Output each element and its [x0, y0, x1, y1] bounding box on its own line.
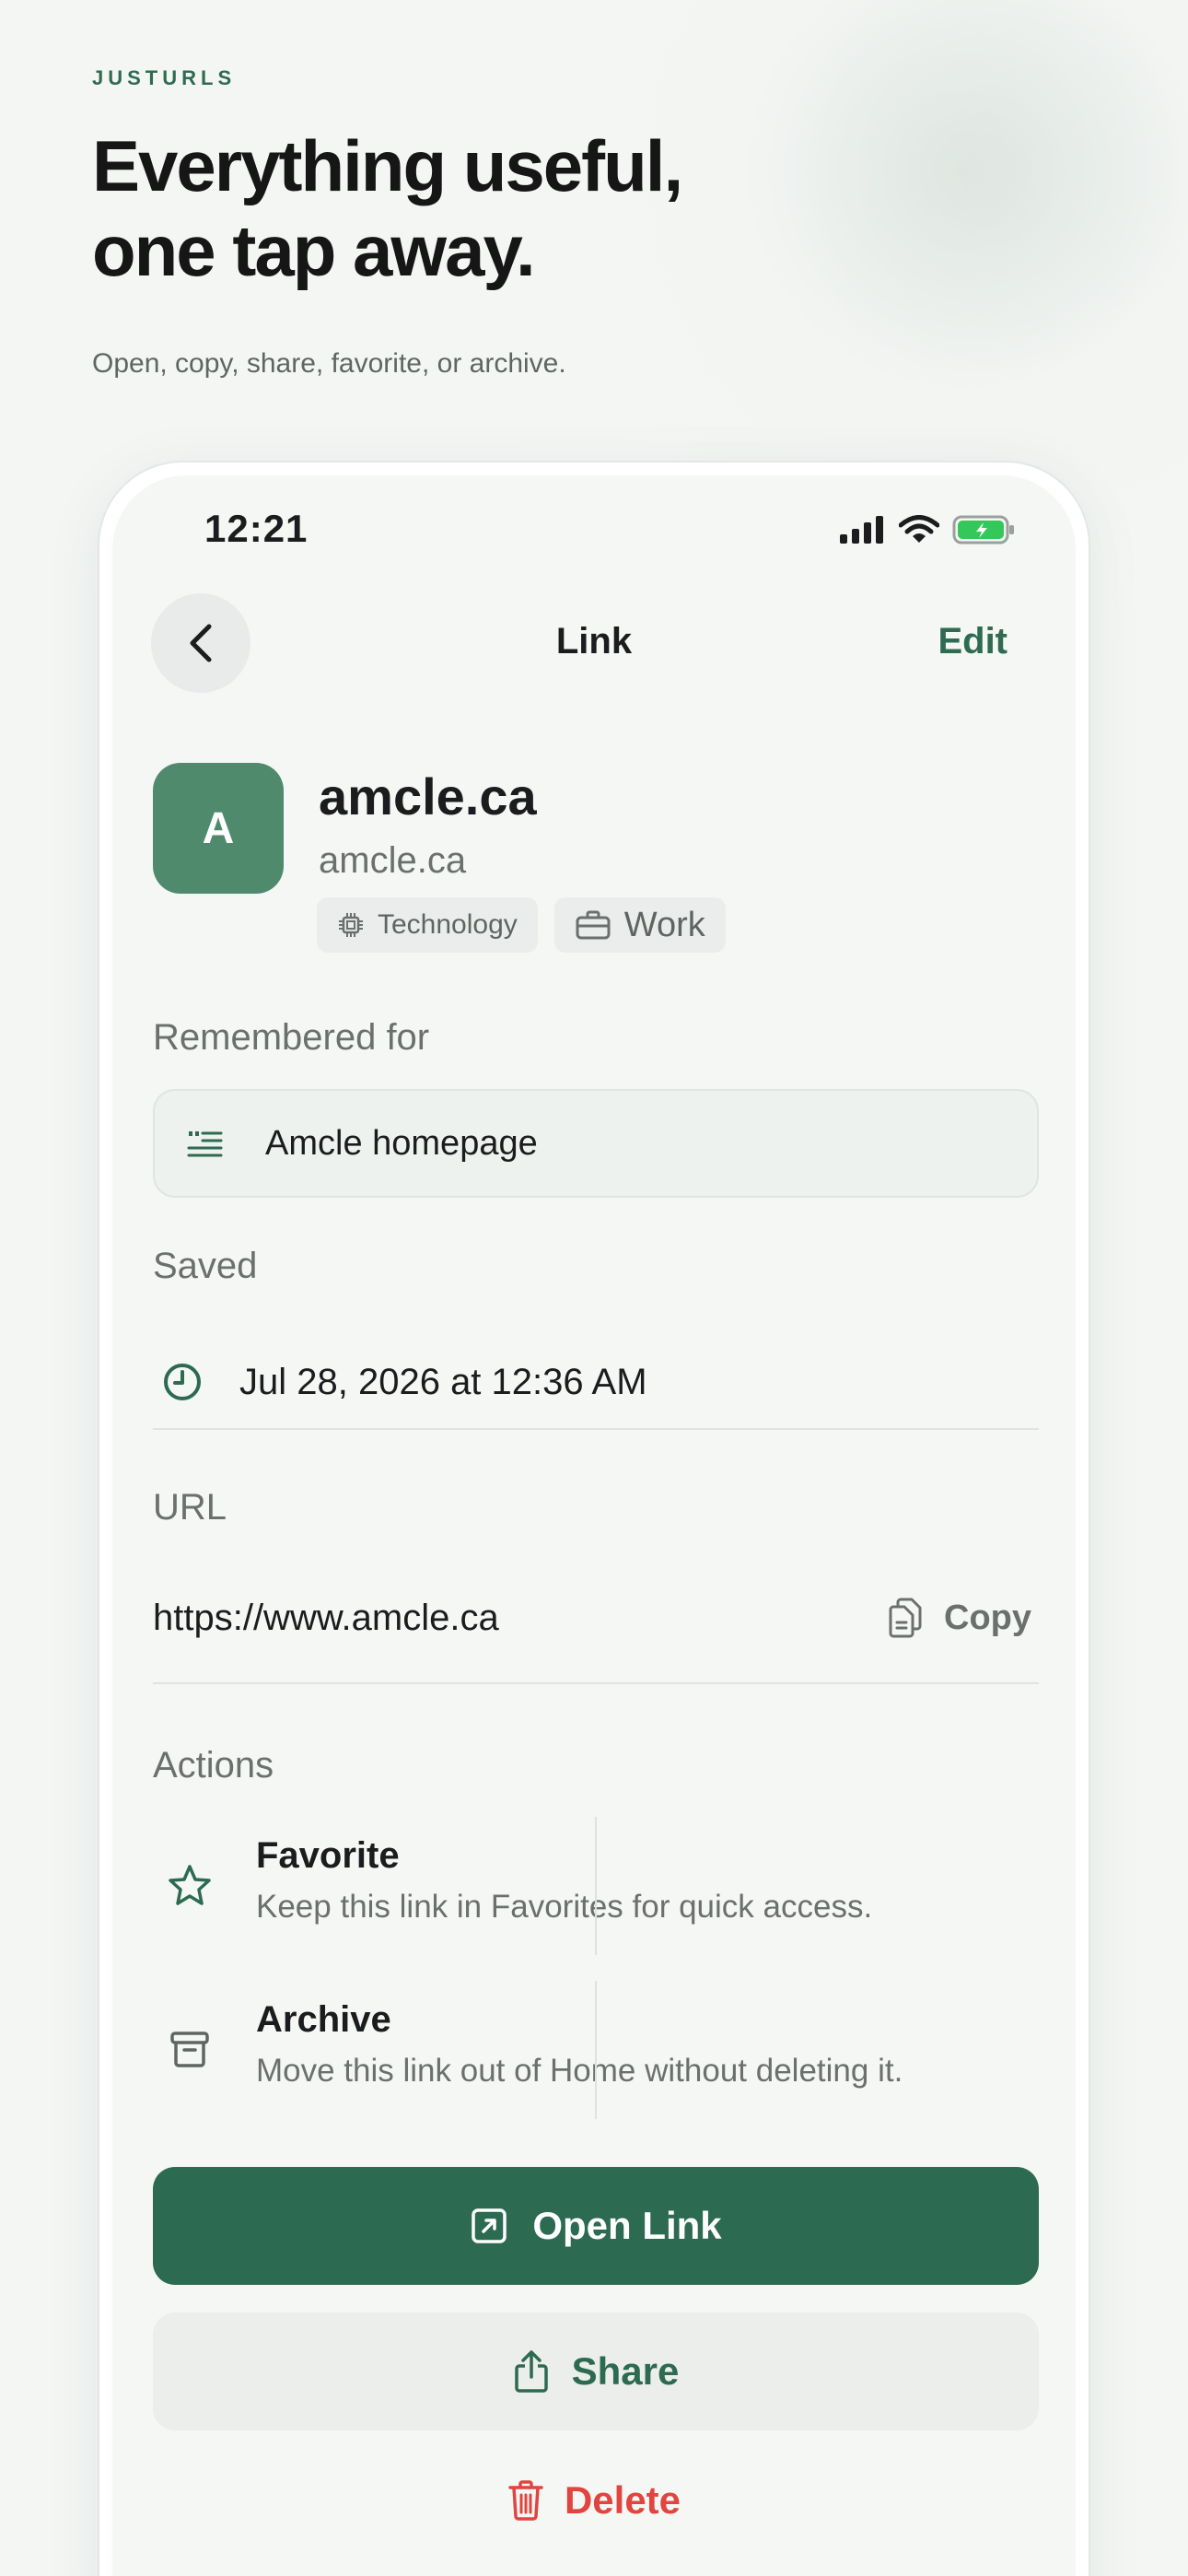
share-label: Share: [571, 2349, 680, 2393]
clock-icon: [164, 1364, 201, 1400]
chip-icon: [339, 913, 363, 937]
remembered-label: Remembered for: [153, 1017, 430, 1058]
phone-frame: 12:21 Link Edit A amcle.ca amcle.ca Tech…: [98, 461, 1090, 2576]
favorite-action[interactable]: Favorite Keep this link in Favorites for…: [153, 1817, 1039, 1955]
delete-label: Delete: [564, 2478, 681, 2522]
url-label: URL: [153, 1487, 227, 1528]
marketing-headline: Everything useful, one tap away.: [92, 125, 683, 291]
divider: [595, 1817, 597, 1955]
marketing-page: JUSTURLS Everything useful, one tap away…: [0, 0, 1188, 2576]
open-link-label: Open Link: [532, 2204, 722, 2247]
delete-button[interactable]: Delete: [112, 2456, 1076, 2545]
remembered-note[interactable]: Amcle homepage: [153, 1089, 1039, 1198]
edit-button[interactable]: Edit: [938, 621, 1007, 662]
link-domain: amcle.ca: [319, 840, 467, 881]
archive-box-icon: [162, 2021, 217, 2077]
status-icons: [840, 514, 1017, 545]
wifi-icon: [899, 515, 939, 543]
open-external-icon: [472, 2208, 507, 2243]
briefcase-icon: [576, 910, 611, 940]
saved-row: Jul 28, 2026 at 12:36 AM: [153, 1336, 1039, 1430]
url-value[interactable]: https://www.amcle.ca: [153, 1598, 499, 1639]
tag-technology[interactable]: Technology: [317, 897, 538, 953]
phone-screen: 12:21 Link Edit A amcle.ca amcle.ca Tech…: [112, 475, 1076, 2576]
status-time: 12:21: [204, 507, 309, 550]
decorative-circle: [748, 0, 1181, 387]
tag-label: Technology: [378, 909, 518, 940]
remembered-text: Amcle homepage: [265, 1123, 538, 1163]
saved-date: Jul 28, 2026 at 12:36 AM: [239, 1361, 647, 1402]
tag-list: Technology Work: [317, 897, 726, 953]
open-link-button[interactable]: Open Link: [153, 2167, 1039, 2285]
marketing-subline: Open, copy, share, favorite, or archive.: [92, 348, 566, 379]
star-icon: [162, 1857, 217, 1913]
tag-work[interactable]: Work: [553, 897, 726, 953]
url-row: https://www.amcle.ca Copy: [153, 1553, 1039, 1684]
divider: [595, 1981, 597, 2119]
trash-icon: [508, 2480, 543, 2521]
copy-icon: [889, 1598, 922, 1638]
copy-label: Copy: [944, 1598, 1031, 1637]
copy-button[interactable]: Copy: [887, 1597, 1039, 1639]
share-icon: [514, 2350, 548, 2393]
cellular-signal-icon: [840, 516, 883, 544]
link-avatar: A: [153, 763, 284, 894]
archive-action[interactable]: Archive Move this link out of Home witho…: [153, 1981, 1039, 2119]
favorite-description: Keep this link in Favorites for quick ac…: [256, 1889, 873, 1925]
quote-lines-icon: [187, 1131, 223, 1157]
tag-label: Work: [623, 905, 705, 944]
archive-title: Archive: [256, 1999, 391, 2040]
brand-eyebrow: JUSTURLS: [92, 66, 237, 89]
link-title: amcle.ca: [319, 767, 537, 825]
saved-label: Saved: [153, 1246, 258, 1286]
actions-label: Actions: [153, 1745, 274, 1786]
archive-description: Move this link out of Home without delet…: [256, 2053, 903, 2089]
favorite-title: Favorite: [256, 1835, 400, 1876]
nav-title: Link: [555, 621, 633, 662]
share-button[interactable]: Share: [153, 2313, 1039, 2430]
battery-charging-icon: [952, 515, 1014, 544]
